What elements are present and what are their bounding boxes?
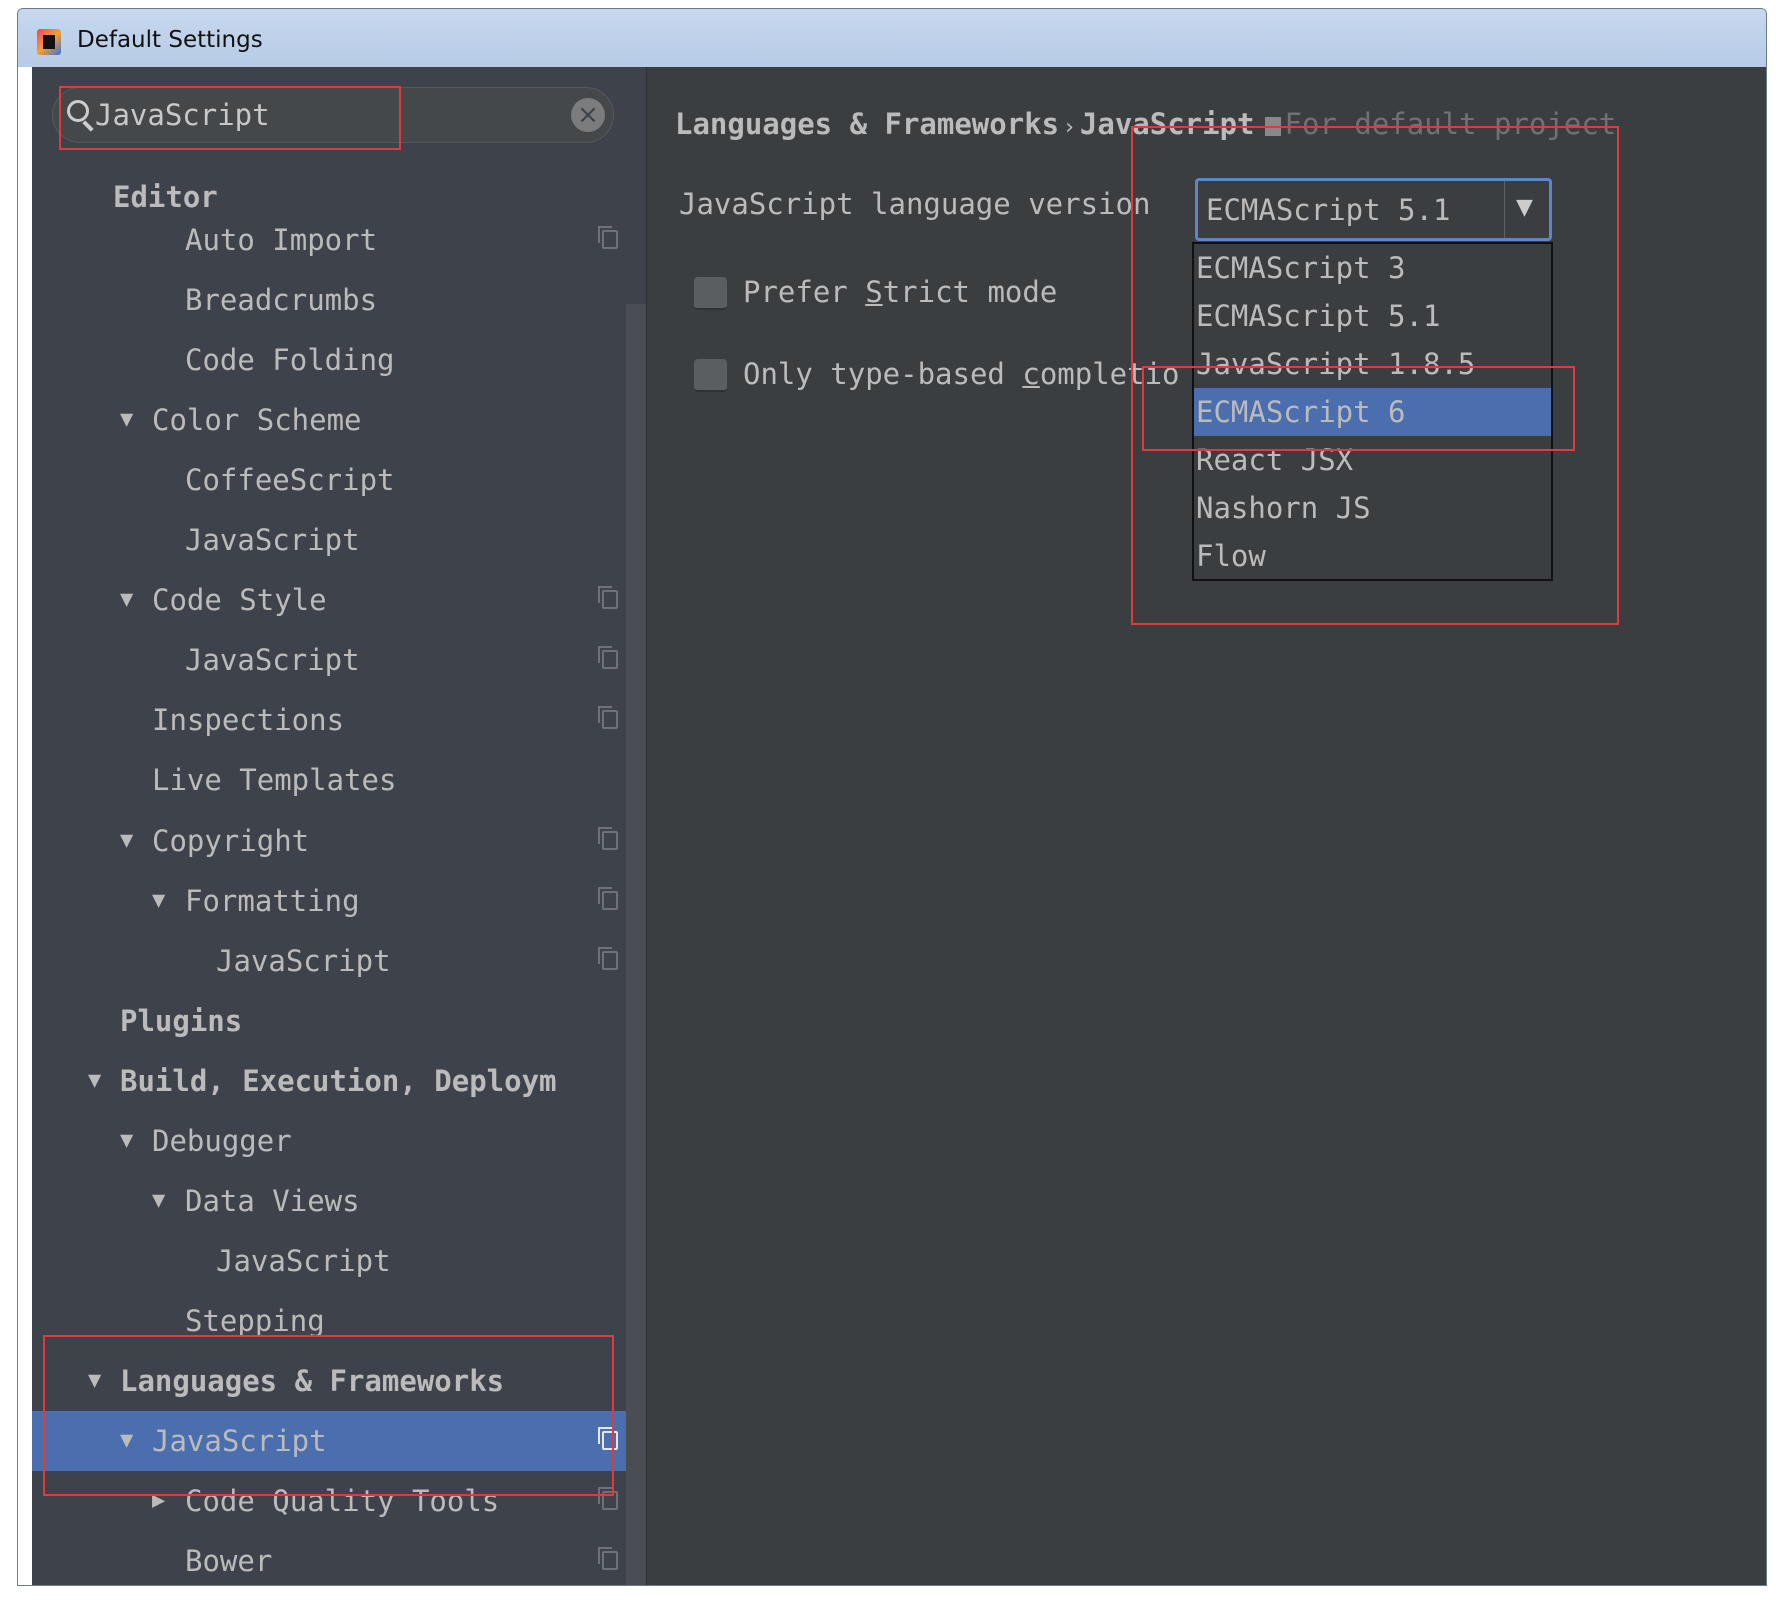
project-settings-icon	[598, 1547, 618, 1571]
tree-item[interactable]: ▼ Build, Execution, Deploym	[32, 1051, 646, 1111]
tree-item[interactable]: Live Templates	[32, 750, 646, 810]
sidebar-scrollbar[interactable]	[626, 304, 646, 1585]
clear-search-icon[interactable]: ×	[571, 98, 605, 132]
tree-item[interactable]: JavaScript	[32, 510, 646, 570]
project-settings-icon	[598, 826, 618, 850]
title-bar: Default Settings	[18, 9, 1766, 67]
tree-item[interactable]: Breadcrumbs	[32, 270, 646, 330]
tree-item[interactable]: Code Folding	[32, 330, 646, 390]
breadcrumb-separator: ›	[1065, 115, 1074, 140]
tree-item[interactable]: ▼ Copyright	[32, 811, 646, 871]
expand-arrow-icon[interactable]: ▼	[152, 871, 165, 931]
type-completion-checkbox[interactable]	[694, 359, 727, 392]
expand-arrow-icon[interactable]: ▼	[120, 570, 133, 630]
project-settings-icon	[598, 226, 618, 249]
tree-item-label: Auto Import	[185, 223, 378, 257]
expand-arrow-icon[interactable]: ▼	[152, 1171, 165, 1231]
tree-item-label: JavaScript	[185, 643, 360, 678]
tree-item-label: Color Scheme	[152, 403, 362, 438]
annotation-box-es6	[1142, 366, 1575, 451]
tree-item-label: Build, Execution, Deploym	[120, 1063, 557, 1098]
tree-item-label: Plugins	[120, 1003, 243, 1038]
project-settings-icon	[598, 946, 618, 970]
tree-item[interactable]: Plugins	[32, 991, 646, 1051]
tree-item-label: Code Folding	[185, 343, 395, 378]
expand-arrow-icon[interactable]: ▼	[88, 1051, 101, 1111]
project-settings-icon	[598, 706, 618, 730]
tree-item[interactable]: Bower	[32, 1531, 646, 1585]
annotation-box-languages	[43, 1335, 614, 1496]
tree-item[interactable]: ▼ Data Views	[32, 1171, 646, 1231]
tree-item-label: Debugger	[152, 1123, 292, 1158]
tree-item[interactable]: ▼ Color Scheme	[32, 390, 646, 450]
tree-item-label: CoffeeScript	[185, 463, 395, 498]
project-settings-icon	[598, 646, 618, 670]
project-settings-icon	[598, 886, 618, 910]
tree-item[interactable]: JavaScript	[32, 1231, 646, 1291]
expand-arrow-icon[interactable]: ▼	[120, 1111, 133, 1171]
tree-item[interactable]: JavaScript	[32, 630, 646, 690]
tree-item[interactable]: Inspections	[32, 690, 646, 750]
tree-item-label: JavaScript	[216, 1243, 391, 1278]
tree-item-label: Code Style	[152, 583, 327, 618]
window-title: Default Settings	[77, 27, 263, 53]
prefer-strict-label[interactable]: Prefer Strict mode	[743, 275, 1057, 309]
breadcrumb-parent[interactable]: Languages & Frameworks	[675, 107, 1059, 141]
tree-item-label: Live Templates	[152, 763, 397, 798]
tree-item[interactable]: Auto Import	[32, 210, 646, 270]
tree-item-label: Bower	[185, 1544, 273, 1579]
tree-item-label: Copyright	[152, 823, 310, 858]
tree-item-label: Inspections	[152, 703, 345, 738]
expand-arrow-icon[interactable]: ▼	[120, 811, 133, 871]
tree-item[interactable]: ▼ Code Style	[32, 570, 646, 630]
expand-arrow-icon[interactable]: ▼	[120, 390, 133, 450]
prefer-strict-checkbox[interactable]	[694, 277, 727, 310]
tree-item-label: JavaScript	[185, 523, 360, 558]
intellij-app-icon	[37, 29, 61, 55]
tree-item[interactable]: JavaScript	[32, 931, 646, 991]
tree-item[interactable]: ▼ Formatting	[32, 871, 646, 931]
tree-item-label: Formatting	[185, 883, 360, 918]
tree-item-label: JavaScript	[216, 943, 391, 978]
type-completion-label[interactable]: Only type-based completio	[743, 357, 1180, 391]
tree-item-label: Breadcrumbs	[185, 283, 378, 318]
tree-item-label: Data Views	[185, 1183, 360, 1218]
tree-item[interactable]: CoffeeScript	[32, 450, 646, 510]
annotation-box-search	[59, 86, 401, 150]
project-settings-icon	[598, 586, 618, 610]
language-version-label: JavaScript language version	[679, 187, 1151, 221]
tree-item[interactable]: ▼ Debugger	[32, 1111, 646, 1171]
